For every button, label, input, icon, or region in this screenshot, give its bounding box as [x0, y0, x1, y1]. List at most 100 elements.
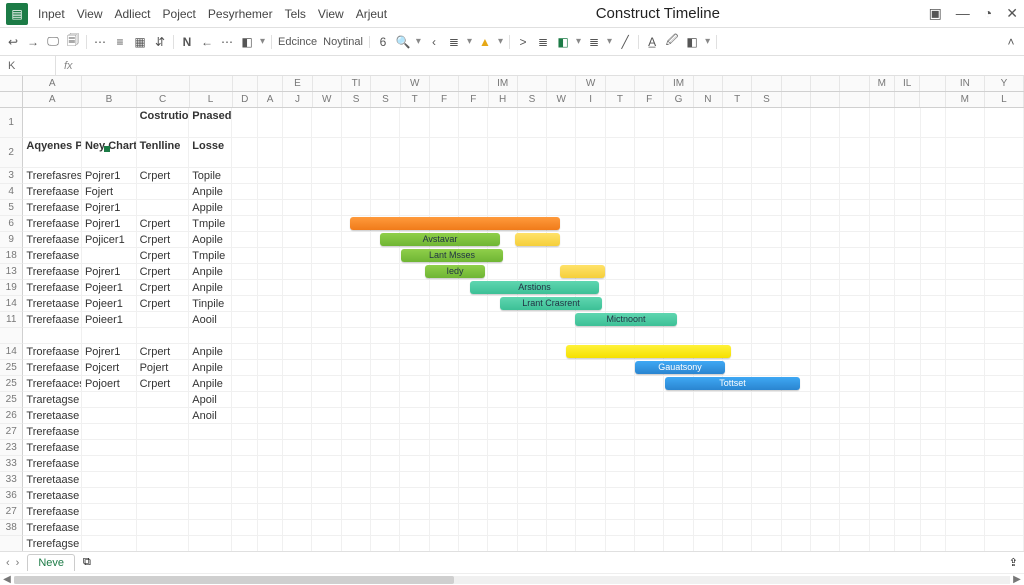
cell[interactable]	[518, 472, 547, 488]
cell[interactable]	[870, 280, 895, 296]
cell[interactable]	[811, 408, 840, 424]
cell[interactable]	[430, 536, 459, 551]
cell[interactable]	[518, 184, 547, 200]
row-header[interactable]	[0, 328, 23, 344]
col-header[interactable]: T	[606, 92, 635, 107]
copy-icon[interactable]: 🗐	[66, 35, 80, 49]
cell[interactable]	[82, 108, 137, 138]
cell[interactable]	[232, 232, 257, 248]
search-icon[interactable]: 🔍	[396, 35, 410, 49]
cell[interactable]	[342, 392, 371, 408]
cell[interactable]	[258, 248, 283, 264]
align3-icon[interactable]: ≣	[587, 35, 601, 49]
cell[interactable]	[342, 200, 371, 216]
cell[interactable]	[488, 200, 517, 216]
cell[interactable]	[518, 536, 547, 551]
cell[interactable]	[576, 168, 605, 184]
cell[interactable]	[371, 424, 400, 440]
table-row[interactable]: 19TrerefaasePojeer1CrpertAnpile	[0, 280, 1024, 296]
cell[interactable]	[371, 392, 400, 408]
cell[interactable]	[664, 360, 693, 376]
cell[interactable]	[232, 392, 257, 408]
cell[interactable]	[752, 264, 781, 280]
cell[interactable]	[840, 472, 869, 488]
table-row[interactable]: 2Aqyenes PhaseNey ChartTenllineLosse	[0, 138, 1024, 168]
cell[interactable]	[870, 168, 895, 184]
cell[interactable]	[840, 376, 869, 392]
cell[interactable]	[946, 504, 985, 520]
cell[interactable]	[664, 440, 693, 456]
cell[interactable]	[840, 248, 869, 264]
cell[interactable]	[283, 296, 312, 312]
cell[interactable]	[635, 264, 664, 280]
cell[interactable]	[723, 168, 752, 184]
chevron-down-icon[interactable]: ▾	[260, 36, 265, 47]
cell[interactable]	[547, 440, 576, 456]
row-header[interactable]: 14	[0, 296, 23, 312]
app-icon[interactable]: ▤	[6, 3, 28, 25]
cell[interactable]	[606, 216, 635, 232]
col-header[interactable]	[258, 76, 283, 91]
cell[interactable]	[606, 280, 635, 296]
cell[interactable]	[606, 376, 635, 392]
cell[interactable]: Treretaase	[23, 296, 82, 312]
table-row[interactable]: 3TrerefasresPojrer1CrpertTopile	[0, 168, 1024, 184]
cell[interactable]	[283, 504, 312, 520]
cell[interactable]	[946, 424, 985, 440]
cell[interactable]	[518, 248, 547, 264]
col-header[interactable]	[233, 76, 258, 91]
more-icon[interactable]: ⋯	[220, 35, 234, 49]
cell[interactable]	[635, 280, 664, 296]
minimize-icon[interactable]: —	[956, 5, 970, 22]
cell[interactable]	[430, 168, 459, 184]
cell[interactable]	[232, 138, 257, 168]
col-header[interactable]: F	[459, 92, 488, 107]
col-header[interactable]: F	[430, 92, 459, 107]
table-row[interactable]: 18TrerefaaseCrpertTmpile	[0, 248, 1024, 264]
cell[interactable]	[752, 408, 781, 424]
cell[interactable]	[283, 472, 312, 488]
cell[interactable]	[430, 216, 459, 232]
cell[interactable]	[258, 440, 283, 456]
cell[interactable]	[782, 200, 811, 216]
cell[interactable]	[488, 184, 517, 200]
cell[interactable]	[459, 376, 488, 392]
cell[interactable]: Apoil	[189, 392, 232, 408]
cell[interactable]	[723, 408, 752, 424]
cell[interactable]	[283, 408, 312, 424]
cell[interactable]	[811, 264, 840, 280]
col-header[interactable]	[811, 92, 840, 107]
cell[interactable]	[840, 296, 869, 312]
cell[interactable]	[782, 328, 811, 344]
cell[interactable]	[488, 232, 517, 248]
cell[interactable]	[430, 376, 459, 392]
cell[interactable]	[694, 168, 723, 184]
row-header[interactable]: 27	[0, 504, 23, 520]
cell[interactable]	[258, 456, 283, 472]
col-header[interactable]: L	[985, 92, 1024, 107]
cell[interactable]	[840, 138, 869, 168]
cell[interactable]	[258, 488, 283, 504]
cell[interactable]	[664, 424, 693, 440]
row-header[interactable]: 3	[0, 168, 23, 184]
cell[interactable]	[459, 216, 488, 232]
cell[interactable]	[752, 312, 781, 328]
cell[interactable]: Trerefaase	[23, 280, 82, 296]
row-header[interactable]	[0, 536, 23, 551]
cell[interactable]	[547, 536, 576, 551]
row-header[interactable]: 6	[0, 216, 23, 232]
cell[interactable]	[82, 472, 137, 488]
cell[interactable]	[232, 360, 257, 376]
cell[interactable]	[459, 456, 488, 472]
cell[interactable]	[635, 360, 664, 376]
cell[interactable]	[576, 488, 605, 504]
cell[interactable]: Pojrer1	[82, 168, 137, 184]
cell[interactable]	[694, 392, 723, 408]
cell[interactable]	[459, 344, 488, 360]
cell[interactable]	[895, 264, 920, 280]
cell[interactable]	[870, 408, 895, 424]
col-header[interactable]	[920, 76, 945, 91]
cell[interactable]	[895, 456, 920, 472]
cell[interactable]	[694, 472, 723, 488]
cell[interactable]	[946, 536, 985, 551]
